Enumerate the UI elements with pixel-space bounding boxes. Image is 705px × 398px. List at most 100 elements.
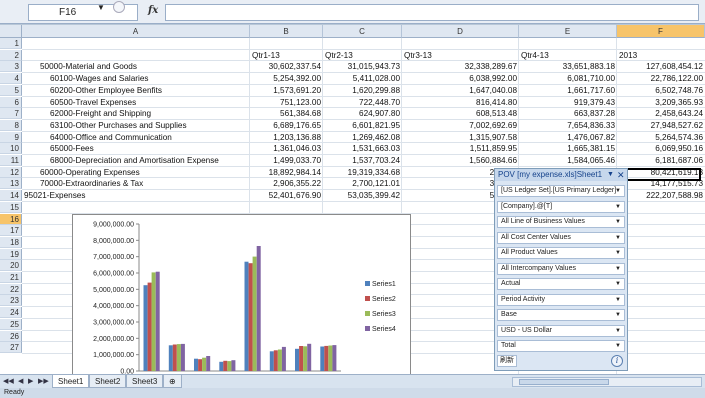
row-header-6[interactable]: 6	[0, 96, 22, 108]
row-header-7[interactable]: 7	[0, 108, 22, 120]
amount-cell[interactable]: 1,560,884.66	[404, 155, 519, 166]
account-label-cell[interactable]: 60200-Other Employee Benfits	[50, 85, 250, 96]
amount-cell[interactable]: 1,647,040.08	[404, 85, 519, 96]
chevron-down-icon[interactable]: ▼	[615, 341, 621, 351]
amount-cell[interactable]: 1,537,703.24	[325, 155, 402, 166]
amount-cell[interactable]: 722,448.70	[325, 97, 402, 108]
amount-cell[interactable]: 919,379.43	[521, 97, 617, 108]
period-header-cell[interactable]: Qtr2-13	[325, 50, 402, 61]
amount-cell[interactable]: 1,620,299.88	[325, 85, 402, 96]
account-label-cell[interactable]: 62000-Freight and Shipping	[50, 108, 250, 119]
period-header-cell[interactable]: Qtr3-13	[404, 50, 519, 61]
expense-chart[interactable]: 0.00 1,000,000.00 2,000,000.00 3,000,000.00…	[72, 214, 411, 380]
chevron-down-icon[interactable]: ▼	[615, 310, 621, 320]
row-header-9[interactable]: 9	[0, 131, 22, 143]
amount-cell[interactable]: 5,411,028.00	[325, 73, 402, 84]
row-header-25[interactable]: 25	[0, 318, 22, 330]
pov-dimension-selector[interactable]: All Cost Center Values ▼	[497, 231, 625, 244]
row-header-20[interactable]: 20	[0, 260, 22, 272]
chevron-down-icon[interactable]: ▼	[615, 248, 621, 258]
row-header-4[interactable]: 4	[0, 73, 22, 85]
row-header-14[interactable]: 14	[0, 190, 22, 202]
amount-cell[interactable]: 52,401,676.90	[252, 190, 323, 201]
amount-cell[interactable]: 5,254,392.00	[252, 73, 323, 84]
amount-cell[interactable]: 1,499,033.70	[252, 155, 323, 166]
row-header-13[interactable]: 13	[0, 178, 22, 190]
row-header-21[interactable]: 21	[0, 272, 22, 283]
row-header-10[interactable]: 10	[0, 143, 22, 155]
chevron-down-icon[interactable]: ▼	[615, 264, 621, 274]
insert-sheet-icon[interactable]: ⊕	[163, 375, 182, 388]
amount-cell[interactable]: 7,002,692.69	[404, 120, 519, 131]
chevron-down-icon[interactable]: ▼	[615, 233, 621, 243]
amount-cell[interactable]: 2,906,355.22	[252, 178, 323, 189]
amount-cell[interactable]: 222,207,588.98	[619, 190, 705, 201]
amount-cell[interactable]: 127,608,454.12	[619, 61, 705, 72]
amount-cell[interactable]: 1,203,136.88	[252, 132, 323, 143]
amount-cell[interactable]: 6,069,950.16	[619, 143, 705, 154]
amount-cell[interactable]: 32,338,289.67	[404, 61, 519, 72]
chevron-down-icon[interactable]: ▼	[615, 202, 621, 212]
row-header-18[interactable]: 18	[0, 236, 22, 248]
amount-cell[interactable]: 1,511,859.95	[404, 143, 519, 154]
row-header-15[interactable]: 15	[0, 201, 22, 213]
column-header-b[interactable]: B	[250, 25, 323, 38]
row-header-16[interactable]: 16	[0, 213, 22, 225]
pov-dimension-selector[interactable]: All Product Values ▼	[497, 247, 625, 259]
amount-cell[interactable]: 1,584,065.46	[521, 155, 617, 166]
account-label-cell[interactable]: 64000-Office and Communication	[50, 132, 250, 143]
amount-cell[interactable]: 1,476,067.82	[521, 132, 617, 143]
prev-sheet-icon[interactable]: ◀	[18, 377, 23, 385]
amount-cell[interactable]: 33,651,883.18	[521, 61, 617, 72]
last-sheet-icon[interactable]: ▶▶	[38, 377, 49, 385]
amount-cell[interactable]: 6,601,821.95	[325, 120, 402, 131]
row-header-1[interactable]: 1	[0, 38, 22, 49]
row-header-17[interactable]: 17	[0, 225, 22, 237]
column-header-a[interactable]: A	[22, 25, 250, 38]
amount-cell[interactable]: 624,907.80	[325, 108, 402, 119]
amount-cell[interactable]: 1,665,381.15	[521, 143, 617, 154]
row-header-22[interactable]: 22	[0, 283, 22, 295]
amount-cell[interactable]: 1,573,691.20	[252, 85, 323, 96]
row-header-24[interactable]: 24	[0, 307, 22, 319]
column-header-e[interactable]: E	[519, 25, 617, 38]
account-label-cell[interactable]: 63100-Other Purchases and Supplies	[50, 120, 250, 131]
account-label-cell[interactable]: 95021-Expenses	[24, 190, 250, 201]
active-cell-outline[interactable]	[617, 168, 701, 181]
period-header-cell[interactable]: Qtr4-13	[521, 50, 617, 61]
amount-cell[interactable]: 6,181,687.06	[619, 155, 705, 166]
account-label-cell[interactable]: 50000-Material and Goods	[40, 61, 250, 72]
amount-cell[interactable]: 1,661,717.60	[521, 85, 617, 96]
amount-cell[interactable]: 53,035,399.42	[325, 190, 402, 201]
info-icon[interactable]: i	[611, 355, 623, 367]
pov-dimension-selector[interactable]: [Company].@[T] ▼	[497, 200, 625, 213]
account-label-cell[interactable]: 68000-Depreciation and Amortisation Expe…	[50, 155, 250, 166]
chevron-down-icon[interactable]: ▼	[607, 171, 614, 178]
pov-dimension-selector[interactable]: Actual ▼	[497, 278, 625, 290]
amount-cell[interactable]: 608,513.48	[404, 108, 519, 119]
pov-dimension-selector[interactable]: Base ▼	[497, 309, 625, 321]
amount-cell[interactable]: 2,700,121.01	[325, 178, 402, 189]
formula-input[interactable]	[165, 4, 699, 21]
pov-dimension-selector[interactable]: Total ▼	[497, 340, 625, 352]
amount-cell[interactable]: 561,384.68	[252, 108, 323, 119]
amount-cell[interactable]: 7,654,836.33	[521, 120, 617, 131]
amount-cell[interactable]: 816,414.80	[404, 97, 519, 108]
chevron-down-icon[interactable]: ▼	[615, 217, 621, 227]
row-header-19[interactable]: 19	[0, 248, 22, 260]
pov-dimension-selector[interactable]: USD - US Dollar ▼	[497, 324, 625, 337]
cancel-circle-icon[interactable]	[113, 1, 125, 13]
row-header-5[interactable]: 5	[0, 84, 22, 96]
amount-cell[interactable]: 6,038,992.00	[404, 73, 519, 84]
amount-cell[interactable]: 27,948,527.62	[619, 120, 705, 131]
column-header-d[interactable]: D	[402, 25, 519, 38]
pov-dimension-selector[interactable]: All Intercompany Values ▼	[497, 262, 625, 275]
refresh-button[interactable]: 刷新	[497, 355, 517, 367]
row-header-27[interactable]: 27	[0, 342, 22, 354]
amount-cell[interactable]: 6,689,176.65	[252, 120, 323, 131]
row-header-26[interactable]: 26	[0, 330, 22, 342]
chevron-down-icon[interactable]: ▼	[615, 295, 621, 305]
first-sheet-icon[interactable]: ◀◀	[3, 377, 14, 385]
period-header-cell[interactable]: Qtr1-13	[252, 50, 323, 61]
account-label-cell[interactable]: 65000-Fees	[50, 143, 250, 154]
